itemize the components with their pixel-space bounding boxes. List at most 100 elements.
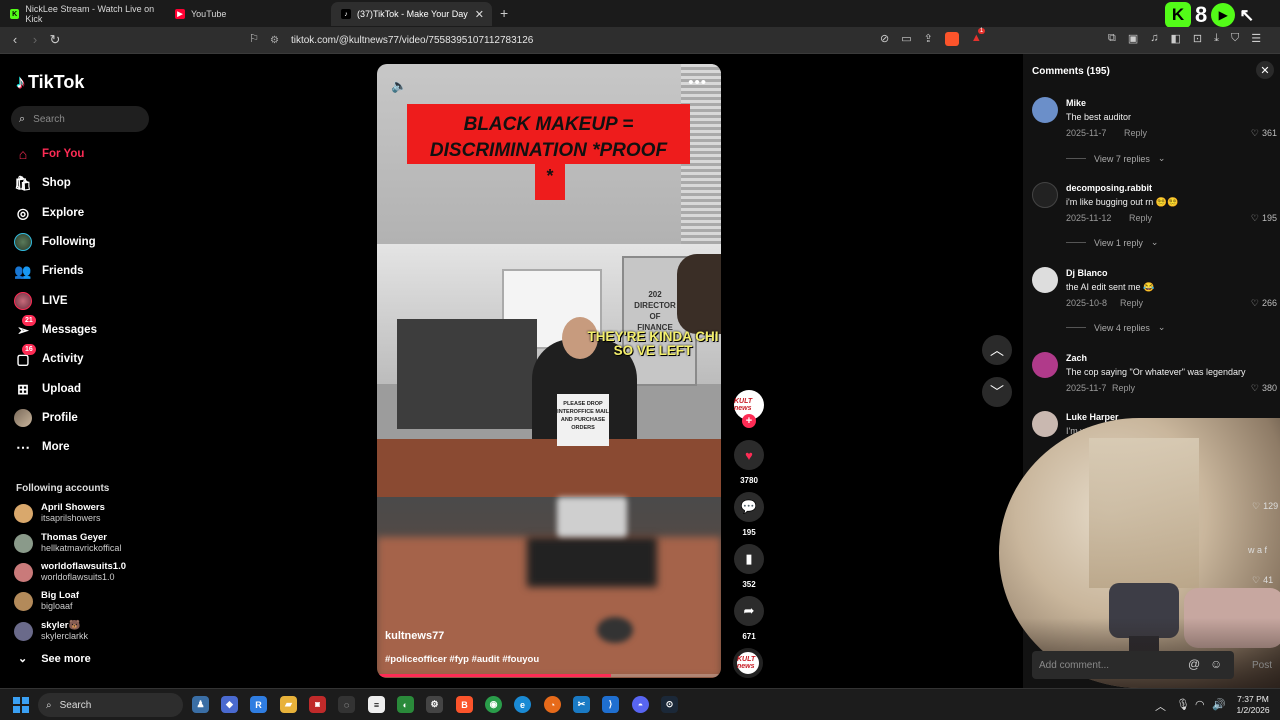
comment-button[interactable]: 💬 <box>734 492 764 522</box>
cast-icon[interactable]: ▭ <box>901 32 911 46</box>
reply-button[interactable]: Reply <box>1129 213 1152 223</box>
sidebar-item-more[interactable]: ⋯ More <box>14 436 69 458</box>
sidebar-item-messages[interactable]: ➢ 21 Messages <box>14 315 97 341</box>
edge-icon[interactable]: e <box>514 696 531 713</box>
previous-video-button[interactable]: ︿ <box>982 335 1012 365</box>
like-button[interactable]: ♥ <box>734 440 764 470</box>
comment-like-button[interactable]: ♡ 266 <box>1251 298 1277 309</box>
volume-icon[interactable]: 🔊 <box>1212 698 1226 711</box>
share-icon[interactable]: ⇪ <box>924 32 933 46</box>
brave-shields-icon[interactable] <box>944 32 959 46</box>
view-replies-button[interactable]: View 1 reply ⌄ <box>1066 237 1158 248</box>
app-icon[interactable]: ♟ <box>192 696 209 713</box>
app-icon[interactable]: ▣ <box>309 696 326 713</box>
tab-tiktok[interactable]: ♪ (37)TikTok - Make Your Day ✕ <box>331 2 492 26</box>
mention-icon[interactable]: @ <box>1188 657 1200 671</box>
sidebar-item-live[interactable]: LIVE <box>14 290 68 312</box>
wifi-icon[interactable]: ◠ <box>1195 698 1205 711</box>
follow-plus-icon[interactable]: + <box>742 414 756 428</box>
volume-icon[interactable]: 🔈 <box>391 78 407 94</box>
video-author[interactable]: kultnews77 <box>385 630 444 642</box>
back-button[interactable]: ‹ <box>7 32 23 47</box>
video-progress-bar[interactable] <box>377 674 721 677</box>
share-button[interactable]: ➦ <box>734 596 764 626</box>
comment-like-button[interactable]: ♡ 41 <box>1252 575 1273 586</box>
sidebar-item-explore[interactable]: ◎ Explore <box>14 202 84 224</box>
menu-icon[interactable]: ☰ <box>1251 32 1261 45</box>
vscode-icon[interactable]: ⟩ <box>602 696 619 713</box>
discord-icon[interactable]: ◓ <box>632 696 649 713</box>
sidebar-icon[interactable]: ◧ <box>1171 32 1181 45</box>
app-icon[interactable]: R <box>250 696 267 713</box>
media-icon[interactable]: ♫ <box>1150 32 1158 45</box>
forward-button[interactable]: › <box>27 32 43 47</box>
view-replies-button[interactable]: View 7 replies ⌄ <box>1066 153 1165 164</box>
following-account[interactable]: skyler🐻 skylerclarkk <box>14 620 88 642</box>
close-tab-icon[interactable]: ✕ <box>475 8 484 21</box>
add-comment-input[interactable]: Add comment... <box>1032 651 1234 679</box>
sidebar-item-shop[interactable]: 🛍 Shop <box>14 172 71 194</box>
chrome-icon[interactable]: ◉ <box>485 696 502 713</box>
comment-like-button[interactable]: ♡ 361 <box>1251 128 1277 139</box>
taskbar-search[interactable]: ⌕ Search <box>38 693 183 717</box>
sidebar-item-for-you[interactable]: ⌂ For You <box>14 143 85 165</box>
avatar[interactable] <box>1032 182 1058 208</box>
music-disc[interactable]: KULT news <box>733 648 763 678</box>
tab-youtube[interactable]: ▶ YouTube <box>165 2 330 26</box>
tray-chevron-icon[interactable]: ︿ <box>1155 698 1166 714</box>
start-button[interactable] <box>13 697 29 713</box>
app-icon[interactable]: ✂ <box>573 696 590 713</box>
app-icon[interactable]: ◆ <box>221 696 238 713</box>
following-account[interactable]: worldoflawsuits1.0 worldoflawsuits1.0 <box>14 561 126 583</box>
next-video-button[interactable]: ﹀ <box>982 377 1012 407</box>
reply-button[interactable]: Reply <box>1124 128 1147 138</box>
brave-icon[interactable]: B <box>456 696 473 713</box>
avatar[interactable] <box>1032 411 1058 437</box>
avatar[interactable] <box>1032 267 1058 293</box>
video-player[interactable]: BLACK MAKEUP = DISCRIMINATION *PROOF * 2… <box>377 64 721 678</box>
post-button[interactable]: Post <box>1252 660 1272 671</box>
avatar[interactable] <box>1032 352 1058 378</box>
save-button[interactable]: ▮ <box>734 544 764 574</box>
bookmark-icon[interactable]: ⚐ <box>246 32 262 45</box>
vpn-icon[interactable]: ⛉ <box>1231 32 1239 45</box>
search-input[interactable]: ⌕ Search <box>11 106 149 132</box>
avatar[interactable] <box>1032 97 1058 123</box>
see-more-button[interactable]: ⌄ See more <box>18 652 91 666</box>
new-tab-button[interactable]: + <box>500 5 508 21</box>
comment-user[interactable]: decomposing.rabbit <box>1066 183 1152 193</box>
following-account[interactable]: Big Loaf bigloaaf <box>14 590 79 612</box>
view-replies-button[interactable]: View 4 replies ⌄ <box>1066 322 1165 333</box>
video-hashtags[interactable]: #policeofficer #fyp #audit #fouyou <box>385 654 539 665</box>
emoji-icon[interactable]: ☺ <box>1210 657 1222 671</box>
comment-user[interactable]: Mike <box>1066 98 1086 108</box>
reload-button[interactable]: ↻ <box>47 32 63 48</box>
sidebar-item-profile[interactable]: Profile <box>14 407 78 429</box>
firefox-icon[interactable]: ◔ <box>544 696 561 713</box>
comment-user[interactable]: Zach <box>1066 353 1087 363</box>
sidebar-item-following[interactable]: Following <box>14 231 96 253</box>
microphone-icon[interactable]: 🎙 <box>1176 698 1190 711</box>
sidebar-item-friends[interactable]: 👥 Friends <box>14 260 83 282</box>
following-account[interactable]: Thomas Geyer hellkatmavrickoffical <box>14 532 121 554</box>
leo-icon[interactable]: ⊡ <box>1193 32 1202 45</box>
comment-like-button[interactable]: ♡ 129 <box>1252 501 1278 512</box>
reply-button[interactable]: Reply <box>1112 383 1135 393</box>
downloads-icon[interactable]: ⤓ <box>1214 32 1219 45</box>
comment-like-button[interactable]: ♡ 380 <box>1251 383 1277 394</box>
app-icon[interactable]: ◌ <box>338 696 355 713</box>
comment-user[interactable]: Dj Blanco <box>1066 268 1108 278</box>
wallet-icon[interactable]: ▣ <box>1128 32 1138 45</box>
site-settings-icon[interactable]: ⚙ <box>270 35 279 46</box>
file-explorer-icon[interactable]: ▰ <box>280 696 297 713</box>
more-options-icon[interactable]: ••• <box>688 74 707 91</box>
following-account[interactable]: April Showers itsaprilshowers <box>14 502 105 524</box>
app-icon[interactable]: ◐ <box>397 696 414 713</box>
close-comments-button[interactable]: ✕ <box>1256 61 1274 79</box>
extensions-icon[interactable]: ⧉ <box>1108 32 1116 45</box>
tab-kick[interactable]: K NickLee Stream - Watch Live on Kick <box>0 2 165 26</box>
system-clock[interactable]: 7:37 PM 1/2/2026 <box>1228 694 1278 716</box>
sidebar-item-upload[interactable]: ⊞ Upload <box>14 378 81 400</box>
no-tracking-icon[interactable]: ⊘ <box>880 32 889 46</box>
brave-rewards-icon[interactable]: ▲ 1 <box>971 28 986 46</box>
